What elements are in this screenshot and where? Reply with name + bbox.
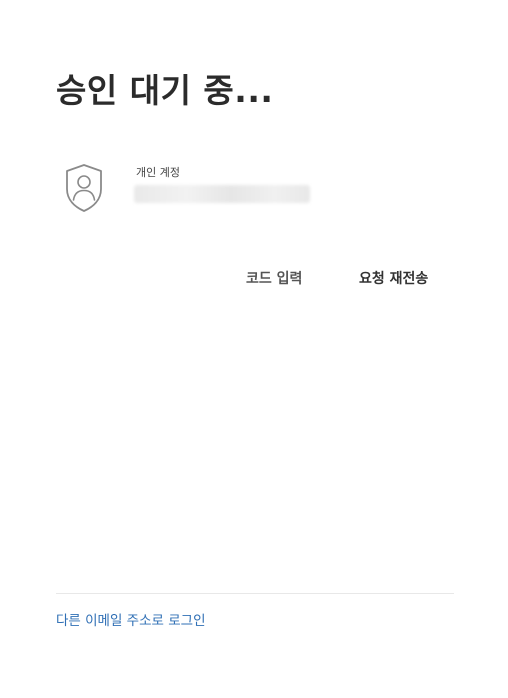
sign-in-other-email-link[interactable]: 다른 이메일 주소로 로그인 bbox=[56, 609, 206, 629]
shield-user-icon bbox=[66, 164, 102, 212]
action-row: 코드 입력 요청 재전송 bbox=[0, 268, 508, 292]
enter-code-button[interactable]: 코드 입력 bbox=[246, 268, 302, 288]
account-card: 개인 계정 bbox=[56, 160, 456, 220]
footer-divider bbox=[56, 593, 454, 594]
resend-request-button[interactable]: 요청 재전송 bbox=[359, 268, 428, 288]
page-title: 승인 대기 중... bbox=[56, 71, 274, 110]
account-type-label: 개인 계정 bbox=[136, 166, 180, 179]
approval-pending-page: 승인 대기 중... 개인 계정 코드 입력 요청 재전송 다른 이메일 주소로… bbox=[0, 0, 508, 698]
account-email-redacted bbox=[134, 185, 310, 203]
